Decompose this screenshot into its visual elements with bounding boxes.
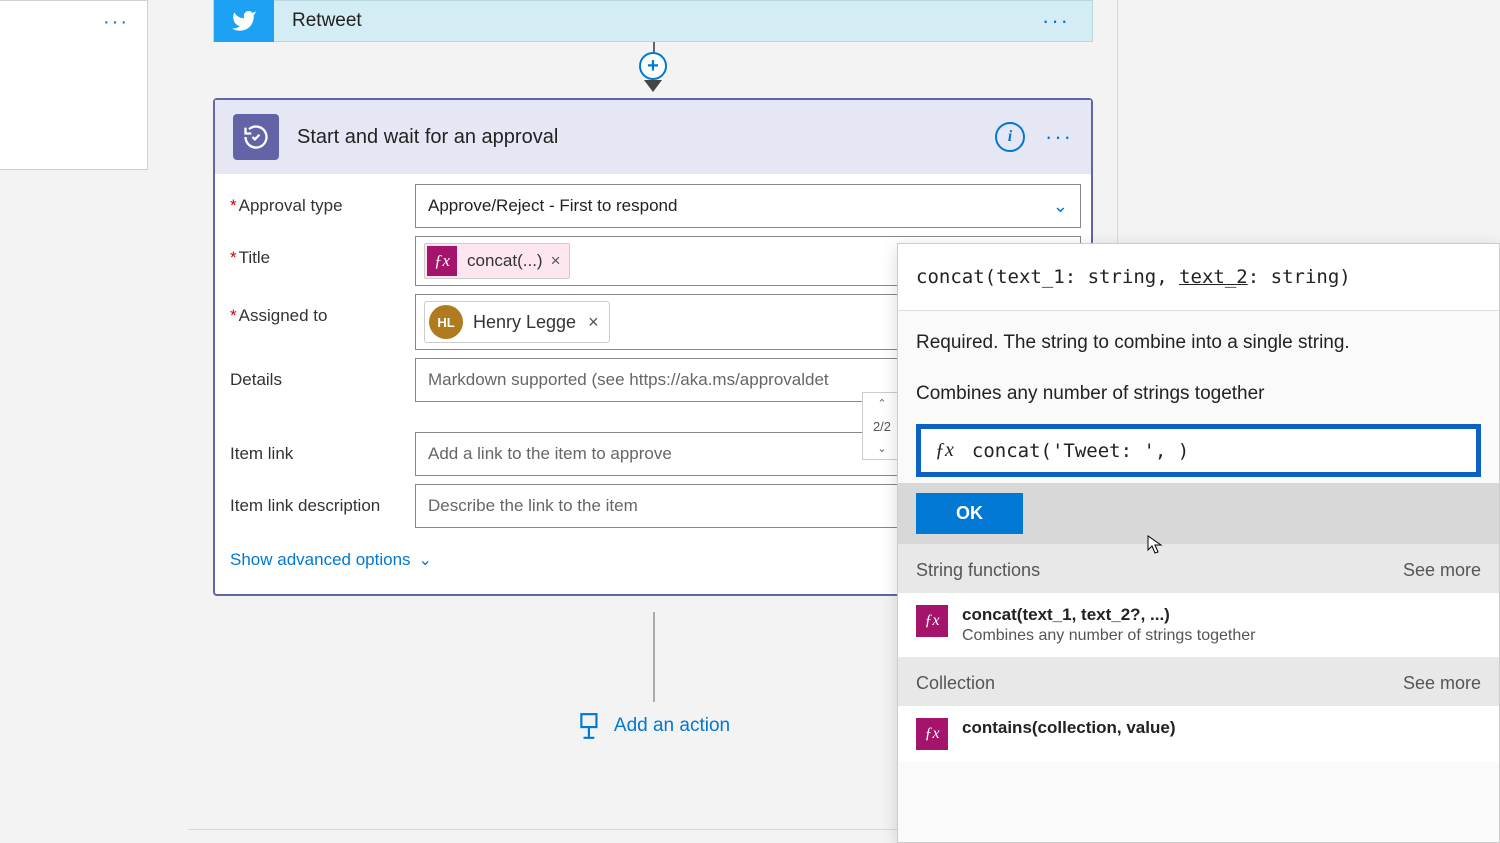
show-advanced-options-link[interactable]: Show advanced options ⌄ — [225, 536, 437, 576]
chevron-down-icon: ⌄ — [419, 550, 432, 570]
label-item-link-desc: Item link description — [225, 484, 415, 516]
person-name: Henry Legge — [473, 312, 576, 333]
pager-control: ⌃ 2/2 ⌄ — [862, 392, 902, 460]
remove-person-icon[interactable]: × — [588, 312, 599, 333]
add-step-button[interactable]: + — [639, 52, 667, 80]
item-link-placeholder: Add a link to the item to approve — [428, 444, 672, 464]
approval-header[interactable]: Start and wait for an approval i ··· — [215, 100, 1091, 174]
side-panel-stub: ··· — [0, 0, 148, 170]
expression-input-wrap: ƒx — [916, 424, 1481, 477]
expression-editor-popup: concat(text_1: string, text_2: string) R… — [897, 243, 1500, 843]
pager-up-icon[interactable]: ⌃ — [877, 397, 886, 410]
twitter-icon — [214, 0, 274, 42]
label-title: *Title — [225, 236, 415, 268]
group-collection: Collection See more — [898, 657, 1499, 706]
approval-title: Start and wait for an approval — [297, 126, 558, 149]
label-details: Details — [225, 358, 415, 390]
group-string-functions: String functions See more — [898, 544, 1499, 593]
approval-type-dropdown[interactable]: Approve/Reject - First to respond ⌄ — [415, 184, 1081, 228]
see-more-link[interactable]: See more — [1403, 673, 1481, 694]
details-placeholder: Markdown supported (see https://aka.ms/a… — [428, 370, 829, 390]
label-approval-type: *Approval type — [225, 184, 415, 216]
fx-icon: ƒx — [916, 718, 948, 750]
fx-icon: ƒx — [427, 246, 457, 276]
token-remove-icon[interactable]: × — [551, 251, 561, 271]
function-signature: concat(text_1: string, text_2: string) — [898, 244, 1499, 311]
ellipsis-icon[interactable]: ··· — [103, 11, 129, 34]
fn-signature: contains(collection, value) — [962, 718, 1176, 738]
chevron-down-icon: ⌄ — [1053, 196, 1068, 217]
fx-icon: ƒx — [916, 605, 948, 637]
expression-input[interactable] — [972, 440, 1462, 462]
action-card-retweet[interactable]: Retweet ··· — [213, 0, 1093, 42]
expression-token[interactable]: ƒx concat(...) × — [424, 243, 570, 279]
person-pill[interactable]: HL Henry Legge × — [424, 301, 610, 343]
pager-value: 2/2 — [873, 419, 891, 434]
approval-icon — [233, 114, 279, 160]
label-assigned-to: *Assigned to — [225, 294, 415, 326]
fx-icon: ƒx — [935, 439, 954, 462]
retweet-title: Retweet — [292, 10, 362, 32]
ok-button[interactable]: OK — [916, 493, 1023, 534]
item-link-desc-placeholder: Describe the link to the item — [428, 496, 638, 516]
token-text: concat(...) — [467, 251, 543, 271]
fn-item-concat[interactable]: ƒx concat(text_1, text_2?, ...) Combines… — [898, 593, 1499, 657]
flow-connector: + — [213, 42, 1093, 98]
avatar: HL — [429, 305, 463, 339]
approval-type-value: Approve/Reject - First to respond — [428, 196, 677, 216]
pager-down-icon[interactable]: ⌄ — [877, 442, 886, 455]
fn-description: Combines any number of strings together — [962, 627, 1255, 645]
info-icon[interactable]: i — [995, 122, 1025, 152]
add-action-icon — [576, 712, 602, 740]
fn-item-contains[interactable]: ƒx contains(collection, value) — [898, 706, 1499, 762]
function-description: Combines any number of strings together — [916, 380, 1481, 409]
add-action-button[interactable]: Add an action — [576, 712, 730, 740]
label-item-link: Item link — [225, 432, 415, 464]
param-description: Required. The string to combine into a s… — [916, 329, 1481, 358]
arrow-down-icon — [644, 80, 662, 92]
fn-signature: concat(text_1, text_2?, ...) — [962, 605, 1255, 625]
see-more-link[interactable]: See more — [1403, 560, 1481, 581]
ellipsis-icon[interactable]: ··· — [1042, 8, 1070, 34]
ellipsis-icon[interactable]: ··· — [1045, 124, 1073, 150]
